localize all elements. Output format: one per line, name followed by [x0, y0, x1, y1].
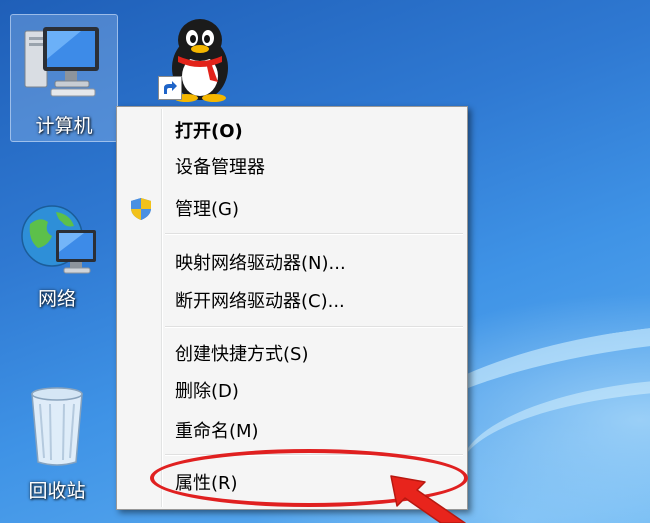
menu-item-device-manager[interactable]: 设备管理器	[119, 149, 465, 183]
computer-icon	[21, 21, 107, 101]
desktop-icon-label: 计算机	[35, 115, 93, 137]
menu-item-label: 映射网络驱动器(N)...	[175, 253, 346, 274]
menu-item-label: 重命名(M)	[175, 421, 259, 442]
menu-item-rename[interactable]: 重命名(M)	[119, 413, 465, 447]
menu-separator	[165, 326, 463, 328]
network-globe-icon	[12, 198, 102, 280]
menu-item-label: 管理(G)	[175, 199, 239, 220]
qq-penguin-icon	[148, 16, 238, 102]
desktop-icon-qq[interactable]	[140, 16, 246, 106]
wallpaper-wave	[455, 365, 650, 523]
menu-item-create-shortcut[interactable]: 创建快捷方式(S)	[119, 336, 465, 370]
menu-item-label: 创建快捷方式(S)	[175, 344, 309, 365]
menu-item-open[interactable]: 打开(O)	[119, 113, 465, 147]
menu-separator	[165, 233, 463, 235]
desktop-icon-computer[interactable]: 计算机	[10, 14, 118, 142]
menu-item-disconnect-network-drive[interactable]: 断开网络驱动器(C)...	[119, 283, 465, 317]
menu-item-label: 设备管理器	[175, 157, 265, 178]
uac-shield-icon	[129, 197, 153, 226]
menu-item-label: 断开网络驱动器(C)...	[175, 291, 345, 312]
desktop-icon-label: 网络	[37, 288, 76, 310]
desktop-icon-label: 回收站	[28, 480, 86, 502]
menu-item-label: 打开(O)	[175, 121, 243, 142]
recycle-bin-icon	[22, 382, 92, 468]
red-arrow-icon	[385, 470, 475, 523]
menu-item-label: 删除(D)	[175, 381, 239, 402]
menu-item-delete[interactable]: 删除(D)	[119, 373, 465, 407]
shortcut-arrow-icon	[158, 76, 182, 100]
desktop-icon-recycle-bin[interactable]: 回收站	[4, 382, 110, 508]
menu-item-map-network-drive[interactable]: 映射网络驱动器(N)...	[119, 245, 465, 279]
desktop-icon-network[interactable]: 网络	[4, 198, 110, 318]
menu-item-manage[interactable]: 管理(G)	[119, 191, 465, 225]
